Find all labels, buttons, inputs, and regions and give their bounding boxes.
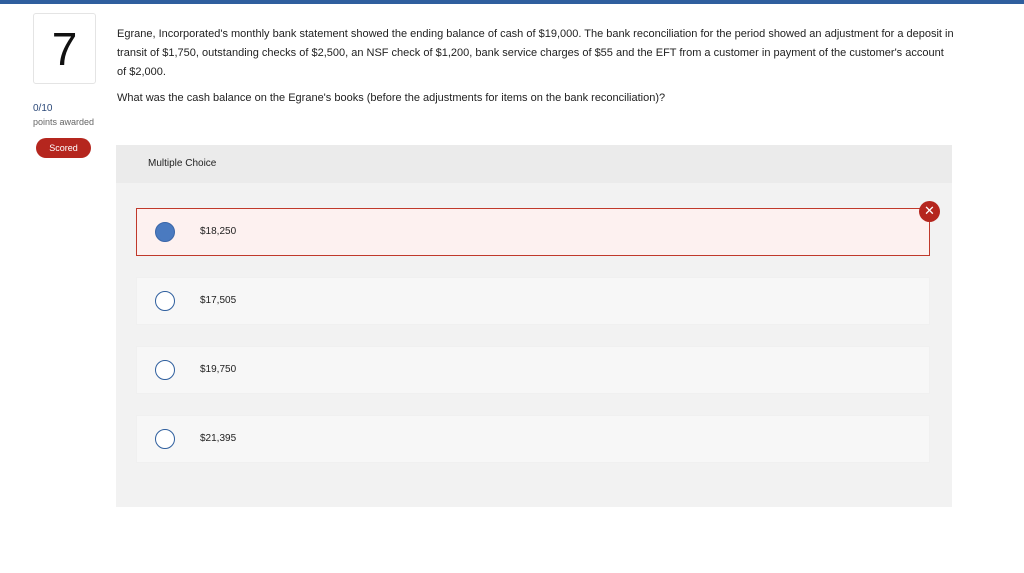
choice-option-4[interactable]: $21,395 [136, 415, 930, 463]
radio-icon[interactable] [155, 360, 175, 380]
radio-selected-icon[interactable] [155, 222, 175, 242]
top-accent-bar [0, 0, 1024, 4]
multiple-choice-header: Multiple Choice [116, 145, 952, 183]
multiple-choice-panel: Multiple Choice $18,250 $17,505 $19,750 … [116, 145, 952, 507]
question-text: Egrane, Incorporated's monthly bank stat… [117, 28, 954, 78]
question-prompt: What was the cash balance on the Egrane'… [117, 92, 666, 104]
radio-icon[interactable] [155, 429, 175, 449]
choice-label: $21,395 [200, 433, 237, 444]
wrong-x-icon: ✕ [919, 201, 940, 222]
points-score: 0/10 [33, 103, 53, 114]
status-badge: Scored [36, 138, 91, 158]
choice-label: $17,505 [200, 295, 237, 306]
choice-option-1[interactable]: $18,250 [136, 208, 930, 256]
points-label: points awarded [33, 117, 95, 127]
choice-label: $19,750 [200, 364, 237, 375]
choice-label: $18,250 [200, 226, 237, 237]
choice-option-3[interactable]: $19,750 [136, 346, 930, 394]
choice-option-2[interactable]: $17,505 [136, 277, 930, 325]
multiple-choice-title: Multiple Choice [148, 158, 217, 169]
radio-icon[interactable] [155, 291, 175, 311]
question-number: 7 [33, 13, 96, 84]
